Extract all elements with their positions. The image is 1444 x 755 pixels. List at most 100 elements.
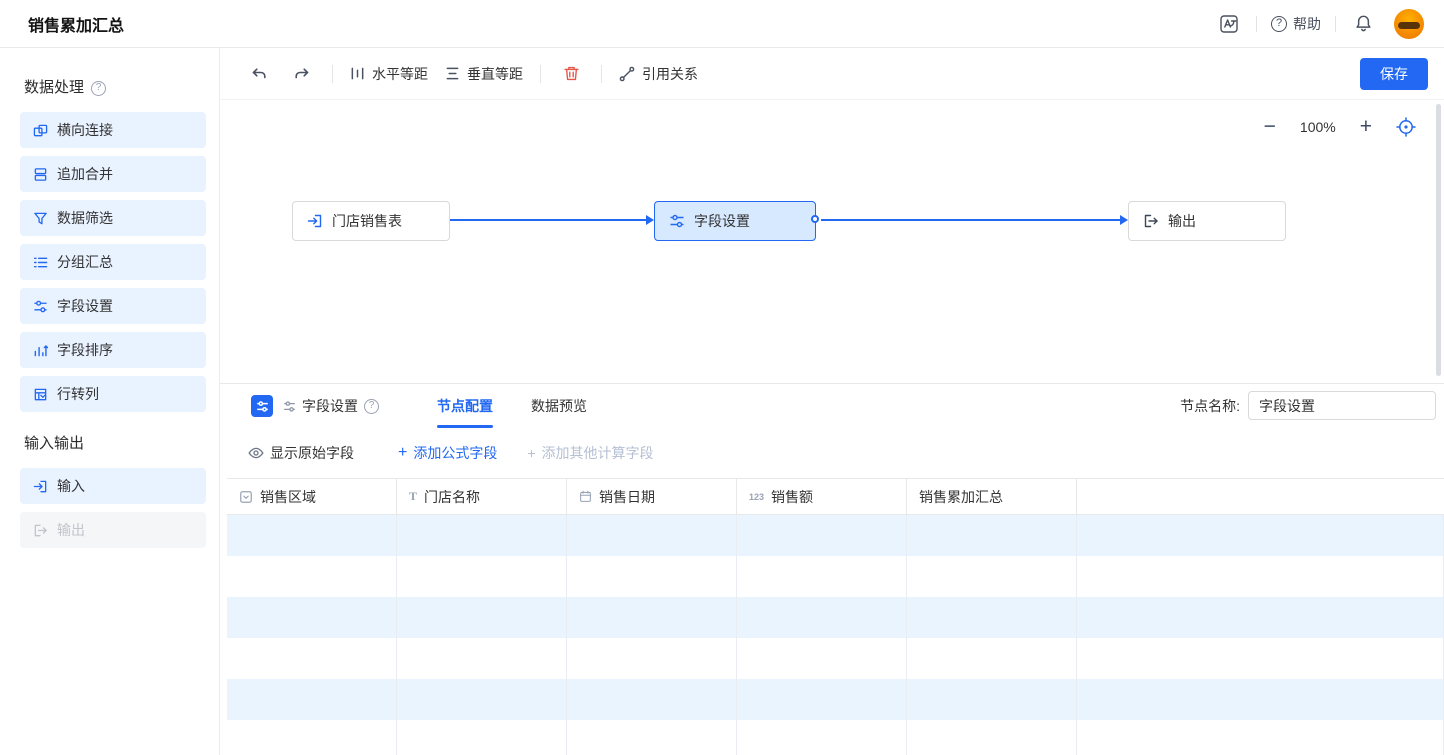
horizontal-join-icon xyxy=(33,123,48,138)
table-cell xyxy=(907,720,1077,755)
node-name-group: 节点名称: xyxy=(1180,391,1436,420)
tab-data-preview[interactable]: 数据预览 xyxy=(531,384,587,428)
sidebar-item-input[interactable]: 输入 xyxy=(20,468,206,504)
question-icon[interactable]: ? xyxy=(364,399,379,414)
node-label: 字段设置 xyxy=(694,211,750,231)
table-cell xyxy=(737,556,907,597)
vertical-scrollbar[interactable] xyxy=(1436,104,1441,376)
append-merge-icon xyxy=(33,167,48,182)
table-cell xyxy=(737,597,907,638)
edge-source-to-settings xyxy=(450,219,647,221)
sidebar-item-row-to-column[interactable]: 行转列 xyxy=(20,376,206,412)
sidebar-item-data-filter[interactable]: 数据筛选 xyxy=(20,200,206,236)
node-output[interactable]: 输出 xyxy=(1128,201,1286,241)
flow-canvas[interactable]: − 100% + 门店销售表 字段设置 输出 xyxy=(220,100,1444,383)
input-icon xyxy=(307,213,323,229)
table-cell xyxy=(907,597,1077,638)
table-row xyxy=(227,515,1444,556)
sidebar-item-label: 追加合并 xyxy=(57,164,113,184)
select-field-icon xyxy=(239,490,253,504)
table-row xyxy=(227,679,1444,720)
edge-arrow-icon xyxy=(1120,215,1128,225)
field-settings-icon xyxy=(669,213,685,229)
node-name-label: 节点名称: xyxy=(1180,396,1240,416)
output-icon xyxy=(33,523,48,538)
vertical-spacing-icon xyxy=(445,66,460,81)
column-header-sales-date[interactable]: 销售日期 xyxy=(567,479,737,514)
header-divider xyxy=(1256,16,1257,32)
question-icon[interactable]: ? xyxy=(91,81,106,96)
panel-actions: 显示原始字段 + 添加公式字段 + 添加其他计算字段 xyxy=(220,428,1444,478)
header-actions: ? 帮助 xyxy=(1216,9,1424,39)
sidebar-section-io: 输入输出 xyxy=(0,434,219,454)
table-cell xyxy=(737,638,907,679)
horizontal-spacing-button[interactable]: 水平等距 xyxy=(350,64,428,84)
node-store-sales-table[interactable]: 门店销售表 xyxy=(292,201,450,241)
column-label: 销售累加汇总 xyxy=(919,487,1003,507)
sidebar-item-group-summarize[interactable]: 分组汇总 xyxy=(20,244,206,280)
table-cell xyxy=(397,679,567,720)
node-label: 门店销售表 xyxy=(332,211,402,231)
canvas-toolbar: 水平等距 垂直等距 引用关系 保存 xyxy=(220,48,1444,100)
field-settings-icon xyxy=(283,400,296,413)
sidebar-item-field-sort[interactable]: 字段排序 xyxy=(20,332,206,368)
column-header-sales-cumulative[interactable]: 销售累加汇总 xyxy=(907,479,1077,514)
table-cell xyxy=(397,720,567,755)
tab-node-config[interactable]: 节点配置 xyxy=(437,384,493,428)
app-root: 销售累加汇总 ? 帮助 数据处理 ? 横向连接 xyxy=(0,0,1444,755)
section-title: 输入输出 xyxy=(24,434,84,454)
redo-icon[interactable] xyxy=(289,61,315,87)
sidebar-item-append-merge[interactable]: 追加合并 xyxy=(20,156,206,192)
delete-icon[interactable] xyxy=(558,61,584,87)
show-original-fields-button[interactable]: 显示原始字段 xyxy=(248,443,354,463)
show-original-fields-label: 显示原始字段 xyxy=(270,443,354,463)
table-cell xyxy=(567,597,737,638)
table-cell xyxy=(227,556,397,597)
number-field-icon: 123 xyxy=(749,492,764,502)
node-field-settings[interactable]: 字段设置 xyxy=(654,201,816,241)
zoom-controls: − 100% + xyxy=(1264,116,1416,137)
translate-icon[interactable] xyxy=(1216,11,1242,37)
table-cell xyxy=(227,720,397,755)
edge-arrow-icon xyxy=(646,215,654,225)
toolbar-divider xyxy=(540,65,541,83)
panel-title: 字段设置 xyxy=(302,396,358,416)
table-cell xyxy=(567,638,737,679)
reference-relation-button[interactable]: 引用关系 xyxy=(619,64,698,84)
avatar[interactable] xyxy=(1394,9,1424,39)
node-name-input[interactable] xyxy=(1248,391,1436,420)
main-area: 水平等距 垂直等距 引用关系 保存 − 100% + xyxy=(220,48,1444,755)
help-button[interactable]: ? 帮助 xyxy=(1271,14,1321,34)
node-output-port[interactable] xyxy=(811,215,819,223)
sidebar-item-field-settings[interactable]: 字段设置 xyxy=(20,288,206,324)
column-header-sales-amount[interactable]: 123 销售额 xyxy=(737,479,907,514)
save-button[interactable]: 保存 xyxy=(1360,58,1428,90)
notification-bell-icon[interactable] xyxy=(1350,11,1376,37)
table-cell xyxy=(567,679,737,720)
header-divider xyxy=(1335,16,1336,32)
column-label: 销售区域 xyxy=(260,487,316,507)
vertical-spacing-button[interactable]: 垂直等距 xyxy=(445,64,523,84)
table-cell xyxy=(397,515,567,556)
column-header-store-name[interactable]: T 门店名称 xyxy=(397,479,567,514)
node-label: 输出 xyxy=(1168,211,1196,231)
sidebar-item-label: 数据筛选 xyxy=(57,208,113,228)
sidebar-item-label: 字段设置 xyxy=(57,296,113,316)
column-label: 销售日期 xyxy=(599,487,655,507)
input-icon xyxy=(33,479,48,494)
table-cell xyxy=(907,638,1077,679)
table-cell xyxy=(397,556,567,597)
add-formula-field-button[interactable]: + 添加公式字段 xyxy=(398,443,497,463)
column-header-empty xyxy=(1077,479,1444,514)
eye-icon xyxy=(248,445,264,461)
table-cell xyxy=(737,720,907,755)
sidebar: 数据处理 ? 横向连接 追加合并 数据筛选 分组汇总 字段设置 字段排序 xyxy=(0,48,220,755)
zoom-in-icon[interactable]: + xyxy=(1360,116,1372,137)
zoom-out-icon[interactable]: − xyxy=(1264,116,1276,137)
undo-icon[interactable] xyxy=(246,61,272,87)
sidebar-item-horizontal-join[interactable]: 横向连接 xyxy=(20,112,206,148)
fit-view-icon[interactable] xyxy=(1396,117,1416,137)
field-table: 销售区域 T 门店名称 销售日期 123 销售额 销售 xyxy=(227,478,1444,755)
data-filter-icon xyxy=(33,211,48,226)
column-header-sales-region[interactable]: 销售区域 xyxy=(227,479,397,514)
